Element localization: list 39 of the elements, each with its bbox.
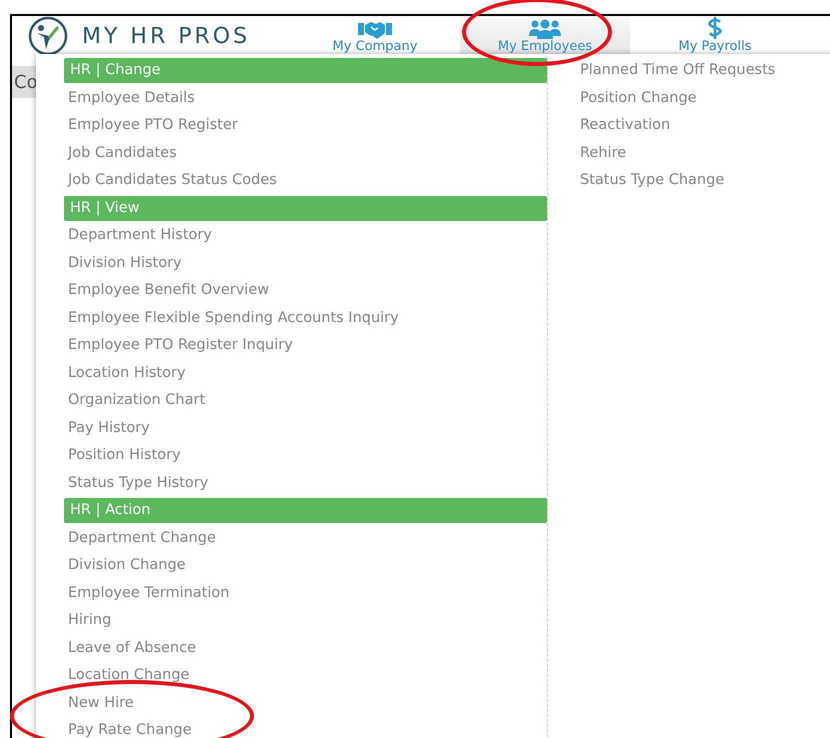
menu-section-header: HR | View xyxy=(64,196,547,220)
nav-tab[interactable]: My Payrolls xyxy=(630,16,800,56)
menu-item[interactable]: Status Type History xyxy=(64,470,547,497)
nav-tab[interactable]: My Company xyxy=(290,16,460,56)
menu-item[interactable]: Organization Chart xyxy=(64,387,547,414)
menu-item[interactable]: Employee Details xyxy=(64,84,547,112)
dollar-icon xyxy=(706,17,724,39)
menu-item[interactable]: Employee Benefit Overview xyxy=(64,277,547,304)
menu-item[interactable]: Employee PTO Register Inquiry xyxy=(64,332,547,360)
menu-item[interactable]: Hiring xyxy=(64,607,547,634)
menu-item[interactable]: Division History xyxy=(64,250,547,277)
menu-item[interactable]: Department Change xyxy=(64,524,547,552)
menu-item[interactable]: Pay Rate Change xyxy=(64,717,547,738)
logo-text: MY HR PROS xyxy=(82,24,250,48)
menu-item[interactable]: New Hire xyxy=(64,690,547,717)
menu-item[interactable]: Position Change xyxy=(576,84,776,112)
menu-item[interactable]: Reactivation xyxy=(576,112,776,140)
menu-item[interactable]: Job Candidates Status Codes xyxy=(64,167,547,194)
menu-item[interactable]: Division Change xyxy=(64,552,547,580)
logo-icon xyxy=(28,16,68,56)
menu-item[interactable]: Employee Flexible Spending Accounts Inquiry xyxy=(64,304,547,332)
page-title: Co xyxy=(13,72,38,92)
menu-item[interactable]: Location History xyxy=(64,360,547,387)
menu-item[interactable]: Rehire xyxy=(576,140,776,167)
handshake-icon xyxy=(358,21,392,39)
menu-item[interactable]: Employee PTO Register xyxy=(64,112,547,140)
menu-item[interactable]: Department History xyxy=(64,222,547,250)
menu-section-header: HR | Change xyxy=(64,58,547,83)
people-icon xyxy=(528,19,562,39)
menu-item[interactable]: Position History xyxy=(64,442,547,470)
menu-item[interactable]: Status Type Change xyxy=(576,167,776,194)
menu-section-header: HR | Action xyxy=(64,498,547,523)
menu-item[interactable]: Pay History xyxy=(64,414,547,442)
menu-item[interactable]: Location Change xyxy=(64,662,547,690)
menu-item[interactable]: Job Candidates xyxy=(64,140,547,167)
nav-tab[interactable]: My Employees xyxy=(460,16,630,56)
menu-item[interactable]: Employee Termination xyxy=(64,580,547,607)
menu-item[interactable]: Leave of Absence xyxy=(64,634,547,662)
menu-item[interactable]: Planned Time Off Requests xyxy=(576,57,776,84)
